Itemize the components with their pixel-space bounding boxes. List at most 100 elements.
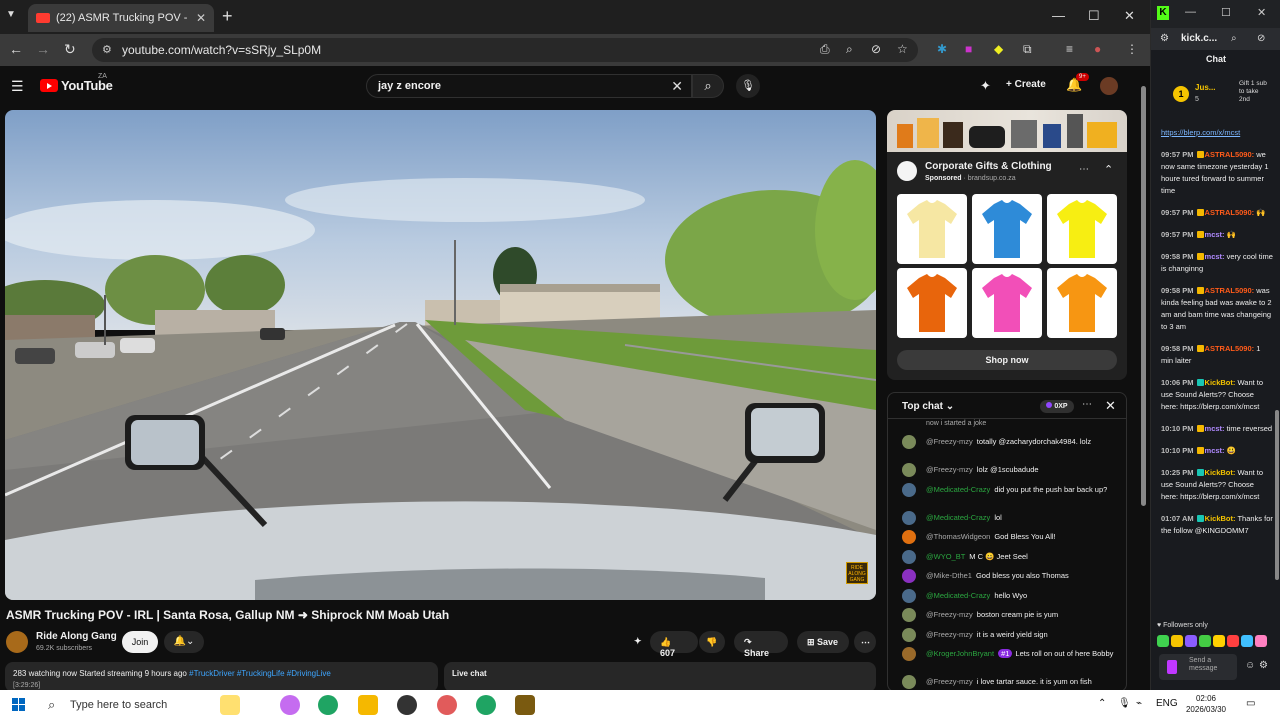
game-app-icon[interactable] [515, 695, 535, 715]
clear-search-icon[interactable]: ✕ [671, 78, 683, 95]
copilot-sparkle-icon[interactable] [220, 695, 240, 715]
extension-icon[interactable]: ✱ [937, 42, 947, 56]
share-button[interactable]: ↷ Share [734, 631, 788, 658]
notifications-bell-icon[interactable]: 🔔 9+ [1066, 73, 1089, 93]
chat-author-avatar[interactable] [902, 569, 916, 583]
reload-icon[interactable]: ↻ [64, 41, 76, 58]
kick-chat-message[interactable]: 09:58 PM ASTRAL5090: was kinda feeling ba… [1161, 285, 1273, 333]
network-icon[interactable]: ⌁ [1136, 698, 1142, 709]
extension-2-icon[interactable]: ■ [965, 42, 972, 56]
chat-author-avatar[interactable] [902, 463, 916, 477]
new-tab-icon[interactable]: + [222, 6, 233, 27]
kick-eye-off-icon[interactable]: ⊘ [1257, 33, 1265, 44]
chat-author-avatar[interactable] [902, 435, 916, 449]
media-control-icon[interactable]: ≡ [1066, 42, 1073, 56]
kick-chat-message[interactable]: 10:25 PM KickBot: Want to use Sound Alert… [1161, 467, 1273, 503]
install-app-icon[interactable]: ⎙ [820, 42, 830, 57]
shop-now-button[interactable]: Shop now [897, 350, 1117, 370]
emote-icon[interactable] [1171, 635, 1183, 647]
windows-start-icon[interactable] [12, 698, 26, 712]
more-actions-icon[interactable]: ⋯ [854, 631, 876, 653]
kick-message-author[interactable]: ASTRAL5090: [1205, 344, 1255, 353]
ad-options-icon[interactable]: ⋯ [1079, 164, 1089, 175]
chat-author-avatar[interactable] [902, 482, 916, 497]
chat-author-avatar[interactable] [902, 588, 916, 603]
kick-message-author[interactable]: ASTRAL5090: [1205, 208, 1255, 217]
kick-maximize-icon[interactable]: ☐ [1221, 6, 1231, 19]
chrome-icon[interactable] [318, 695, 338, 715]
emoji-picker-icon[interactable]: ☺ [1245, 660, 1255, 671]
super-thanks-icon[interactable]: ✦ [628, 631, 648, 653]
kick-zoom-icon[interactable]: ⌕ [1231, 33, 1237, 44]
notification-center-icon[interactable]: ▭ [1246, 698, 1255, 709]
xp-badge[interactable]: 0XP [1040, 400, 1074, 413]
kick-message-input[interactable]: Send a message [1159, 654, 1237, 680]
zoom-icon[interactable]: ⌕ [846, 42, 853, 57]
ad-banner-image[interactable] [887, 110, 1127, 152]
chat-author[interactable]: @Freezy-mzy [926, 465, 973, 474]
chat-author-avatar[interactable] [902, 510, 916, 525]
chat-author-avatar[interactable] [902, 647, 916, 661]
create-button[interactable]: + Create [1006, 79, 1046, 90]
snipping-tool-icon[interactable] [437, 695, 457, 715]
chat-author[interactable]: @Freezy-mzy [926, 677, 973, 686]
copilot-app-icon[interactable] [280, 695, 300, 715]
emote-icon[interactable] [1227, 635, 1239, 647]
emote-icon[interactable] [1241, 635, 1253, 647]
chat-author-avatar[interactable] [902, 530, 916, 544]
forward-icon[interactable]: → [36, 41, 50, 57]
channel-name[interactable]: Ride Along Gang [36, 631, 117, 642]
kick-message-author[interactable]: ASTRAL5090: [1205, 286, 1255, 295]
chat-author[interactable]: @Mike-Dthe1 [926, 571, 972, 580]
tray-mic-icon[interactable]: 🎙 [1118, 698, 1131, 709]
kick-chat-message[interactable]: 09:58 PM mcst: very cool time is changinn… [1161, 251, 1273, 275]
ad-collapse-icon[interactable]: ⌃ [1104, 163, 1113, 176]
tray-chevron-icon[interactable]: ⌃ [1098, 698, 1106, 709]
sponsored-ad-panel[interactable]: Corporate Gifts & Clothing Sponsored · b… [887, 110, 1127, 380]
kick-chat-message[interactable]: 09:57 PM ASTRAL5090: we now same timezone… [1161, 149, 1273, 197]
search-input[interactable]: jay z encore ✕ [366, 74, 692, 98]
chat-close-icon[interactable]: ✕ [1105, 398, 1116, 414]
kick-close-icon[interactable]: ✕ [1257, 6, 1266, 19]
kick-minimize-icon[interactable]: — [1185, 6, 1196, 18]
subscription-bell-button[interactable]: 🔔⌄ [164, 631, 204, 653]
voice-search-button[interactable]: 🎙 [736, 74, 760, 98]
advertiser-logo[interactable] [897, 161, 917, 181]
join-button[interactable]: Join [122, 631, 158, 653]
ad-title[interactable]: Corporate Gifts & Clothing [925, 161, 1052, 172]
live-chat-toggle[interactable]: Live chat [444, 662, 876, 692]
emote-icon[interactable] [1199, 635, 1211, 647]
page-scrollbar[interactable] [1141, 86, 1146, 506]
top-chat-dropdown[interactable]: Top chat ⌄ [902, 401, 954, 412]
kick-message-list[interactable]: https://blerp.com/x/mcst 09:57 PM ASTRAL50… [1151, 115, 1280, 625]
maximize-icon[interactable]: ☐ [1088, 8, 1100, 24]
ad-product-tile[interactable] [1047, 268, 1117, 338]
chat-author[interactable]: @ThomasWidgeon [926, 532, 990, 541]
kick-message-author[interactable]: KickBot: [1205, 468, 1236, 477]
description-box[interactable]: 283 watching now Started streaming 9 hou… [5, 662, 438, 692]
kick-message-text[interactable]: https://blerp.com/x/mcst [1161, 128, 1240, 137]
emote-icon[interactable] [1255, 635, 1267, 647]
ad-product-tile[interactable] [972, 268, 1042, 338]
dislike-button[interactable]: 👎 [699, 631, 725, 653]
ad-product-tile[interactable] [897, 194, 967, 264]
kick-site-info-icon[interactable]: ⚙ [1160, 33, 1169, 44]
tab-search-icon[interactable]: ▼ [6, 9, 16, 20]
chat-author-avatar[interactable] [902, 627, 916, 642]
account-avatar[interactable] [1100, 77, 1118, 95]
channel-watermark[interactable]: RIDE ALONG GANG [846, 562, 868, 584]
extensions-puzzle-icon[interactable]: ⧉ [1023, 42, 1032, 57]
gift-leaderboard[interactable]: 1 Jus... 5 Gift 1 sub to take 2nd [1159, 80, 1274, 110]
youtube-logo[interactable]: YouTube ZA [40, 73, 113, 93]
kick-chat-message[interactable]: 01:07 AM KickBot: Thanks for the follow @… [1161, 513, 1273, 537]
chat-author[interactable]: @Freezy-mzy [926, 437, 973, 446]
channel-avatar[interactable] [6, 631, 28, 653]
save-button[interactable]: ⊞ Save [797, 631, 849, 653]
window-close-icon[interactable]: ✕ [1124, 8, 1135, 24]
kick-address-bar[interactable]: ⚙ kick.c... ⌕ ⊘ [1151, 28, 1280, 50]
kick-chat-message[interactable]: 09:57 PM ASTRAL5090: 🙌 [1161, 207, 1273, 219]
kick-message-author[interactable]: mcst: [1205, 230, 1225, 239]
kick-message-author[interactable]: mcst: [1205, 252, 1225, 261]
eye-off-icon[interactable]: ⊘ [871, 42, 881, 56]
bookmark-star-icon[interactable]: ☆ [897, 42, 908, 56]
